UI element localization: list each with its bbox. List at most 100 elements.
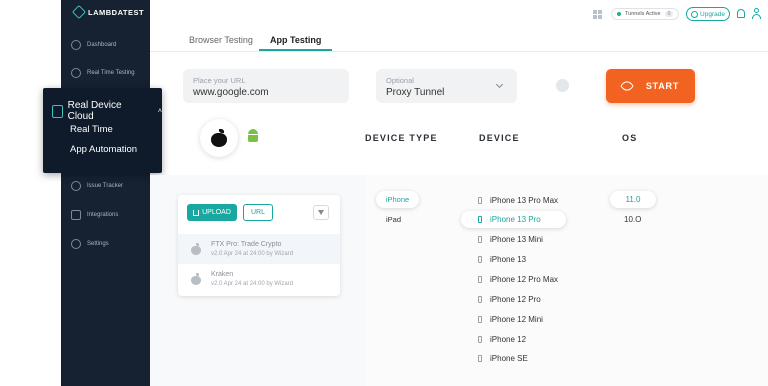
app-name: Kraken (211, 271, 234, 278)
upload-icon (193, 209, 200, 216)
app-list-item[interactable]: Kraken v2.0 Apr 24 at 24:00 by Wizard (178, 264, 340, 294)
sidebar-item-label: Real Time Testing (87, 70, 135, 76)
device-item[interactable]: iPhone SE (461, 350, 566, 367)
app-meta: v2.0 Apr 24 at 24:00 by Wizard (211, 251, 294, 257)
app-list-item[interactable]: FTX Pro: Trade Crypto v2.0 Apr 24 at 24:… (178, 234, 340, 264)
sidebar-item-issue-tracker[interactable]: Issue Tracker (61, 177, 150, 195)
device-type-iphone[interactable]: iPhone (376, 191, 419, 208)
tunnel-status[interactable]: Tunnels Active 0 (611, 8, 680, 20)
device-type-heading: DEVICE TYPE (365, 133, 438, 143)
app-meta: v2.0 Apr 24 at 24:00 by Wizard (211, 281, 294, 287)
apple-icon (191, 273, 201, 285)
tab-browser-testing[interactable]: Browser Testing (189, 35, 253, 45)
filter-button[interactable] (313, 205, 329, 220)
sidebar-item-settings[interactable]: Settings (61, 235, 150, 253)
phone-icon (478, 256, 482, 263)
apple-icon (191, 243, 201, 255)
chevron-up-icon: ˄ (157, 107, 162, 115)
device-type-ipad[interactable]: iPad (386, 215, 401, 224)
start-button[interactable]: START (606, 69, 695, 103)
realtime-icon (71, 68, 81, 78)
sidebar-item-dashboard[interactable]: Dashboard (61, 36, 150, 54)
filter-icon (318, 210, 324, 215)
dashboard-icon (71, 40, 81, 50)
tunnel-status-label: Tunnels Active (625, 11, 661, 17)
device-item-selected[interactable]: iPhone 13 Pro (461, 211, 566, 228)
tunnel-count: 0 (664, 11, 674, 17)
device-item[interactable]: iPhone 13 Mini (461, 231, 566, 248)
brand-logo[interactable]: LAMBDATEST (71, 4, 145, 20)
sidebar-item-label: Settings (87, 241, 109, 247)
phone-icon (478, 276, 482, 283)
url-button-label: URL (250, 209, 265, 216)
real-device-cloud-label: Real Device Cloud (67, 100, 122, 122)
phone-icon (478, 316, 482, 323)
device-label: iPhone 12 Mini (490, 315, 543, 324)
os-heading: OS (622, 133, 638, 143)
device-item[interactable]: iPhone 13 Pro Max (461, 192, 566, 209)
android-icon (247, 129, 259, 143)
real-device-cloud-header[interactable]: Real Device Cloud ˄ (52, 100, 162, 122)
brand-name: LAMBDATEST (88, 7, 145, 17)
integrations-icon (71, 210, 81, 220)
device-item[interactable]: iPhone 12 Mini (461, 311, 566, 328)
gear-icon (71, 239, 81, 249)
os-version-label: 11.0 (625, 195, 641, 204)
device-label: iPhone 13 Pro (490, 215, 541, 224)
bug-icon (71, 181, 81, 191)
device-type-label: iPhone (385, 195, 410, 204)
menu-item-real-time[interactable]: Real Time (70, 124, 113, 135)
url-input-placeholder: Place your URL (193, 76, 246, 85)
bell-icon[interactable] (737, 9, 745, 18)
os-option-ios[interactable] (200, 119, 238, 157)
device-label: iPhone 12 Pro Max (490, 275, 559, 284)
device-item[interactable]: iPhone 13 (461, 251, 566, 268)
sidebar-item-real-time-testing[interactable]: Real Time Testing (61, 64, 150, 82)
os-version-10[interactable]: 10.O (624, 215, 641, 224)
upload-label: UPLOAD (202, 209, 231, 216)
phone-icon (478, 197, 482, 204)
url-button[interactable]: URL (243, 204, 273, 221)
tabs-divider (150, 51, 768, 52)
phone-icon (478, 355, 482, 362)
upload-button[interactable]: UPLOAD (187, 204, 237, 221)
device-item[interactable]: iPhone 12 (461, 331, 566, 348)
os-option-android[interactable] (245, 128, 261, 144)
app-name: FTX Pro: Trade Crypto (211, 241, 282, 248)
device-label: iPhone 12 (490, 335, 527, 344)
sidebar-item-label: Dashboard (87, 42, 117, 48)
phone-icon (478, 336, 482, 343)
device-label: iPhone SE (490, 354, 528, 363)
device-label: iPhone 12 Pro (490, 295, 541, 304)
device-selection-panel (365, 175, 768, 386)
user-icon[interactable] (752, 8, 761, 19)
proxy-placeholder: Optional (386, 76, 414, 85)
url-input-value: www.google.com (193, 87, 269, 98)
upgrade-icon (691, 10, 699, 18)
tunnel-active-dot (617, 12, 621, 16)
device-heading: DEVICE (479, 133, 520, 143)
real-device-cloud-menu: Real Device Cloud ˄ Real Time App Automa… (43, 88, 162, 173)
device-cloud-icon (52, 104, 63, 118)
upgrade-button[interactable]: Upgrade (686, 7, 730, 21)
proxy-tunnel-select[interactable]: Optional Proxy Tunnel (376, 69, 517, 103)
device-item[interactable]: iPhone 12 Pro (461, 291, 566, 308)
phone-icon (478, 216, 482, 223)
sidebar-item-label: Integrations (87, 212, 119, 218)
device-item[interactable]: iPhone 12 Pro Max (461, 271, 566, 288)
lambdatest-logo-icon (71, 4, 87, 20)
os-version-11[interactable]: 11.0 (610, 191, 656, 208)
app-root: LAMBDATEST Dashboard Real Time Testing I… (0, 0, 768, 386)
apple-icon (211, 129, 227, 147)
device-label: iPhone 13 (490, 255, 527, 264)
info-icon[interactable] (556, 79, 569, 92)
sidebar-item-label: Issue Tracker (87, 183, 124, 189)
tab-app-testing[interactable]: App Testing (270, 35, 321, 45)
apps-grid-icon[interactable] (593, 10, 602, 19)
url-input[interactable]: Place your URL www.google.com (183, 69, 349, 103)
sidebar-item-integrations[interactable]: Integrations (61, 206, 150, 224)
device-label: iPhone 13 Pro Max (490, 196, 559, 205)
menu-item-app-automation[interactable]: App Automation (70, 144, 137, 155)
device-label: iPhone 13 Mini (490, 235, 543, 244)
phone-icon (478, 296, 482, 303)
